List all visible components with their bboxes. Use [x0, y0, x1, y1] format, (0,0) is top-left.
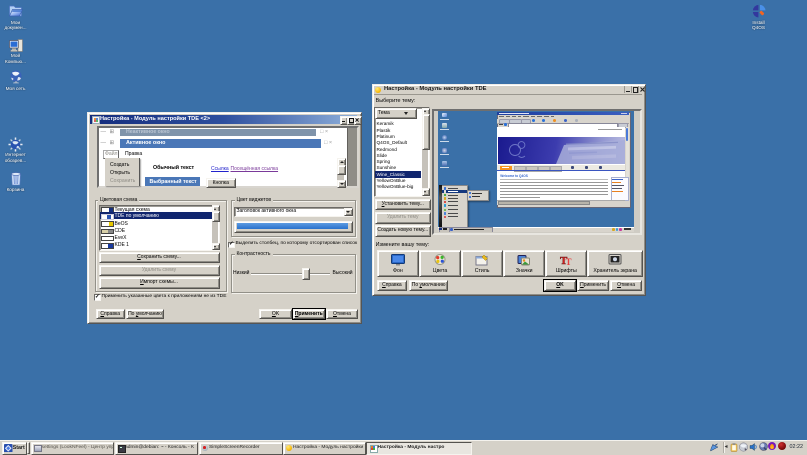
svg-text:T: T	[566, 257, 572, 266]
